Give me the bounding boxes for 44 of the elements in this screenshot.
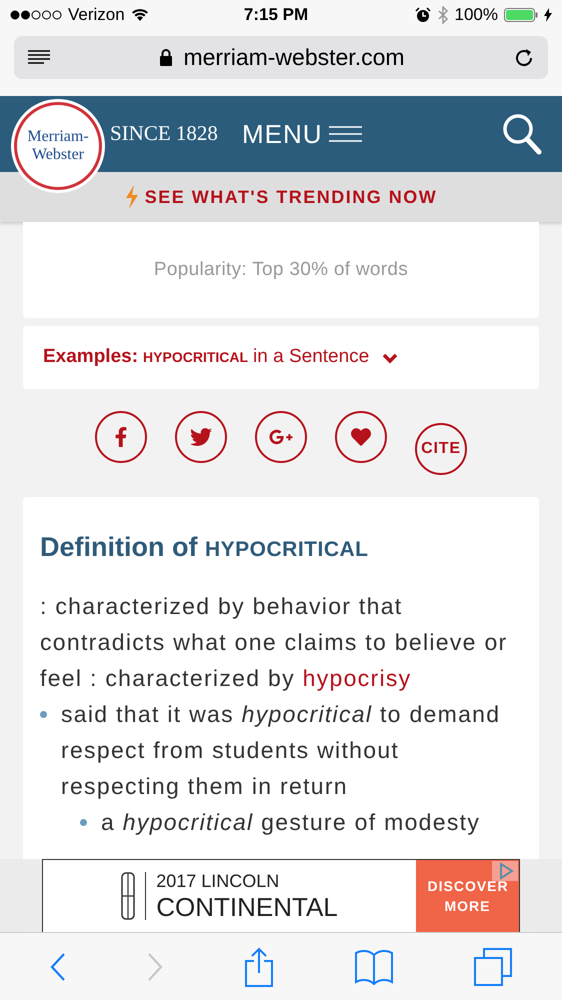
- heart-icon: [351, 427, 371, 447]
- trending-bar[interactable]: SEE WHAT'S TRENDING NOW: [0, 172, 562, 222]
- search-icon[interactable]: [502, 113, 542, 155]
- menu-button[interactable]: MENU: [242, 114, 362, 154]
- battery-percentage: 100%: [454, 4, 498, 26]
- definition-heading: Definition of HYPOCRITICAL: [40, 531, 370, 564]
- url-text: merriam-webster.com: [183, 43, 405, 72]
- wifi-icon: [130, 8, 149, 22]
- back-icon[interactable]: [50, 952, 66, 982]
- bullet-icon: [80, 818, 87, 826]
- bookmarks-icon[interactable]: [354, 948, 393, 984]
- address-bar[interactable]: merriam-webster.com: [14, 36, 548, 79]
- clock-time: 7:15 PM: [242, 4, 310, 26]
- twitter-share-button[interactable]: [175, 411, 227, 463]
- definition-sense: : characterized by behavior that contradicts what one claims to believe or feel : characterized by hypocrisy: [40, 592, 509, 693]
- ad-model-name: CONTINENTAL: [156, 894, 338, 920]
- since-1828-tagline: SINCE 1828: [110, 120, 218, 148]
- examples-toggle[interactable]: Examples: HYPOCRITICAL in a Sentence: [23, 326, 539, 389]
- tabs-icon[interactable]: [474, 948, 512, 986]
- lightning-icon: [124, 185, 139, 209]
- bluetooth-icon: [436, 6, 449, 24]
- merriam-webster-logo[interactable]: Merriam- Webster: [14, 102, 102, 190]
- reader-view-icon[interactable]: [27, 48, 51, 66]
- signal-strength-icon: [10, 10, 62, 20]
- popularity-text: Popularity: Top 30% of words: [154, 258, 408, 282]
- battery-icon: [504, 8, 538, 22]
- favorite-button[interactable]: [335, 411, 387, 463]
- share-icon[interactable]: [244, 946, 274, 986]
- hypocrisy-link[interactable]: hypocrisy: [302, 664, 412, 690]
- charging-bolt-icon: [544, 8, 552, 22]
- carrier-name: Verizon: [68, 4, 125, 26]
- bird-icon: [190, 426, 212, 448]
- alarm-clock-icon: [414, 7, 431, 23]
- example-sentence: a hypocritical gesture of modesty: [101, 808, 480, 837]
- menu-icon: [328, 125, 362, 143]
- bullet-icon: [40, 710, 47, 718]
- reload-icon[interactable]: [513, 46, 535, 68]
- ad-model-year: 2017 LINCOLN: [156, 872, 280, 890]
- facebook-share-button[interactable]: [95, 411, 147, 463]
- emblem-icon: [121, 872, 136, 920]
- google-plus-share-button[interactable]: [255, 411, 307, 463]
- lock-icon: [159, 49, 174, 66]
- trending-link[interactable]: SEE WHAT'S TRENDING NOW: [144, 184, 438, 210]
- cite-button[interactable]: CITE: [415, 423, 467, 475]
